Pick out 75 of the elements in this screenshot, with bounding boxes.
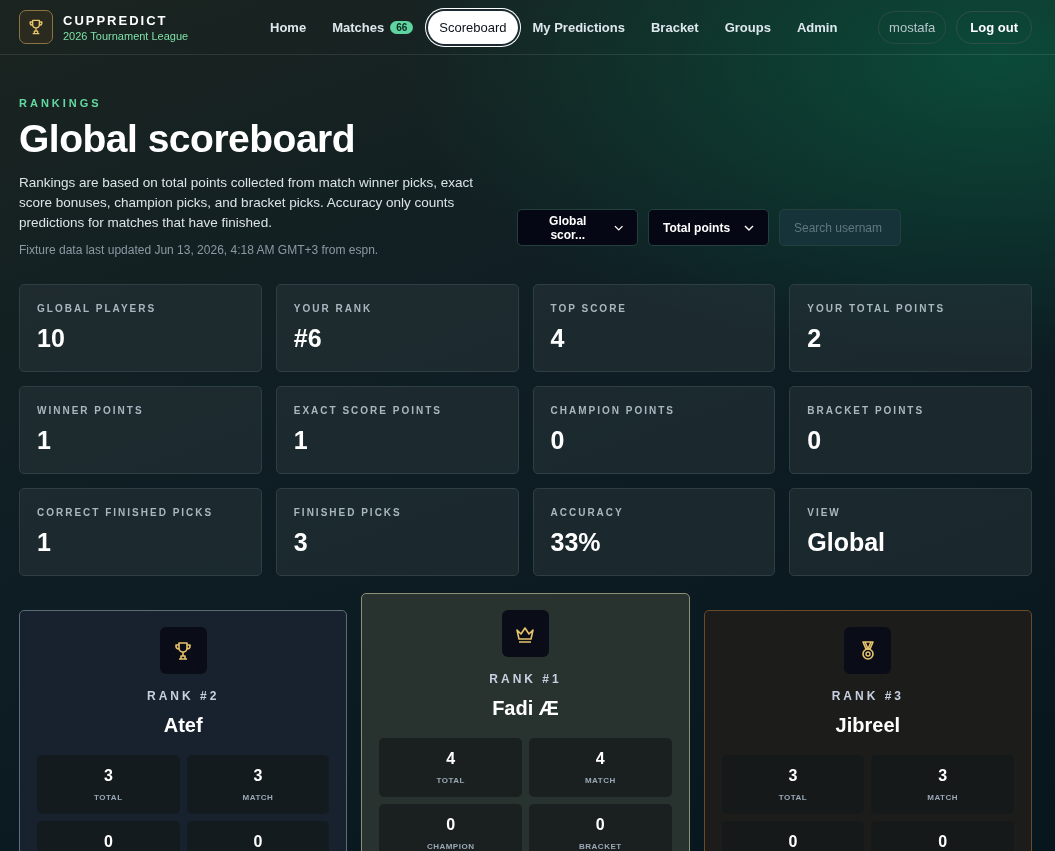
stat-value: 3	[253, 767, 263, 785]
chevron-icon	[744, 224, 754, 231]
player-name: Jibreel	[835, 714, 901, 737]
stat-label: TOTAL	[94, 793, 123, 802]
stat-value: 4	[595, 750, 605, 768]
rank-label: RANK #1	[489, 672, 562, 686]
stat-value: 10	[37, 324, 66, 353]
brand-subtitle: 2026 Tournament League	[63, 29, 189, 42]
stat-value: 0	[595, 816, 605, 834]
nav-link[interactable]: Admin	[785, 10, 849, 44]
stat-value: 0	[788, 833, 798, 851]
stat-value: 33%	[550, 528, 602, 557]
username-chip: mostafa	[878, 10, 947, 44]
stat-value: 4	[446, 750, 456, 768]
stat-label: CHAMPION	[426, 842, 475, 851]
stat-value: Global	[807, 528, 887, 557]
stat-value: 0	[103, 833, 113, 851]
stat-label: TOTAL	[778, 793, 808, 802]
page-description: Rankings are based on total points collected from match winner picks, exact score bonuses, champion picks, and bracket picks. Accuracy only counts predictions for matches that have finished.	[19, 174, 474, 232]
nav-link[interactable]: Groups	[713, 10, 782, 44]
stat-label: GLOBAL PLAYERS	[37, 303, 158, 314]
scope-dropdown[interactable]: Global scor...	[517, 209, 638, 246]
stat-value: 2	[807, 324, 823, 353]
stat-label: FINISHED PICKS	[293, 507, 403, 518]
stat-value: 0	[253, 833, 263, 851]
stat-label: ACCURACY	[550, 507, 625, 518]
nav-link[interactable]: Bracket	[639, 10, 710, 44]
stat-label: YOUR TOTAL POINTS	[807, 303, 947, 314]
nav-link[interactable]: Matches 66	[321, 10, 425, 44]
medal-icon	[844, 627, 892, 674]
stat-label: WINNER POINTS	[37, 405, 145, 416]
stat-value: 0	[938, 833, 948, 851]
stat-label: TOP SCORE	[550, 303, 629, 314]
stat-label: CHAMPION POINTS	[550, 405, 676, 416]
stat-value: 1	[37, 528, 52, 557]
trophy-icon	[159, 627, 207, 674]
stat-value: 0	[807, 426, 823, 455]
stat-value: 0	[550, 426, 566, 455]
stat-value: 3	[938, 767, 948, 785]
count-badge: 66	[390, 20, 414, 34]
page-title: Global scoreboard	[19, 117, 357, 161]
stat-label: YOUR RANK	[293, 303, 374, 314]
stat-value: #6	[293, 324, 323, 353]
stat-label: VIEW	[807, 507, 842, 518]
player-name: Fadi Æ	[492, 697, 559, 720]
rank-label: RANK #3	[831, 689, 904, 703]
stat-value: 1	[37, 426, 52, 455]
nav-link[interactable]: Home	[259, 10, 318, 44]
stat-value: 4	[550, 324, 566, 353]
section-eyebrow: RANKINGS	[19, 97, 103, 109]
crown-icon	[502, 610, 549, 657]
brand-title: CUPPREDICT	[63, 12, 169, 28]
stat-value: 3	[103, 767, 113, 785]
stat-label: BRACKET	[579, 842, 622, 851]
search-field[interactable]: Search usernam	[779, 209, 901, 246]
stat-label: EXACT SCORE POINTS	[293, 405, 443, 416]
logo-icon	[19, 10, 53, 44]
nav-link[interactable]: Scoreboard	[428, 10, 518, 44]
stat-value: 3	[293, 528, 309, 557]
stat-value: 0	[446, 816, 456, 834]
logout-button[interactable]: Log out	[956, 10, 1032, 44]
stat-label: MATCH	[927, 793, 959, 802]
chevron-icon	[613, 224, 623, 231]
stat-label: MATCH	[584, 776, 616, 785]
stat-label: TOTAL	[436, 776, 465, 785]
update-note: Fixture data last updated Jun 13, 2026, 4:18 AM GMT+3 from espn.	[19, 243, 380, 257]
stat-label: MATCH	[242, 793, 274, 802]
stat-label: CORRECT FINISHED PICKS	[37, 507, 215, 518]
nav-link[interactable]: My Predictions	[521, 10, 636, 44]
player-name: Atef	[163, 714, 203, 737]
rank-label: RANK #2	[147, 689, 220, 703]
stat-label: BRACKET POINTS	[807, 405, 926, 416]
stat-value: 3	[788, 767, 798, 785]
sort-dropdown[interactable]: Total points	[648, 209, 769, 246]
stat-value: 1	[293, 426, 309, 455]
